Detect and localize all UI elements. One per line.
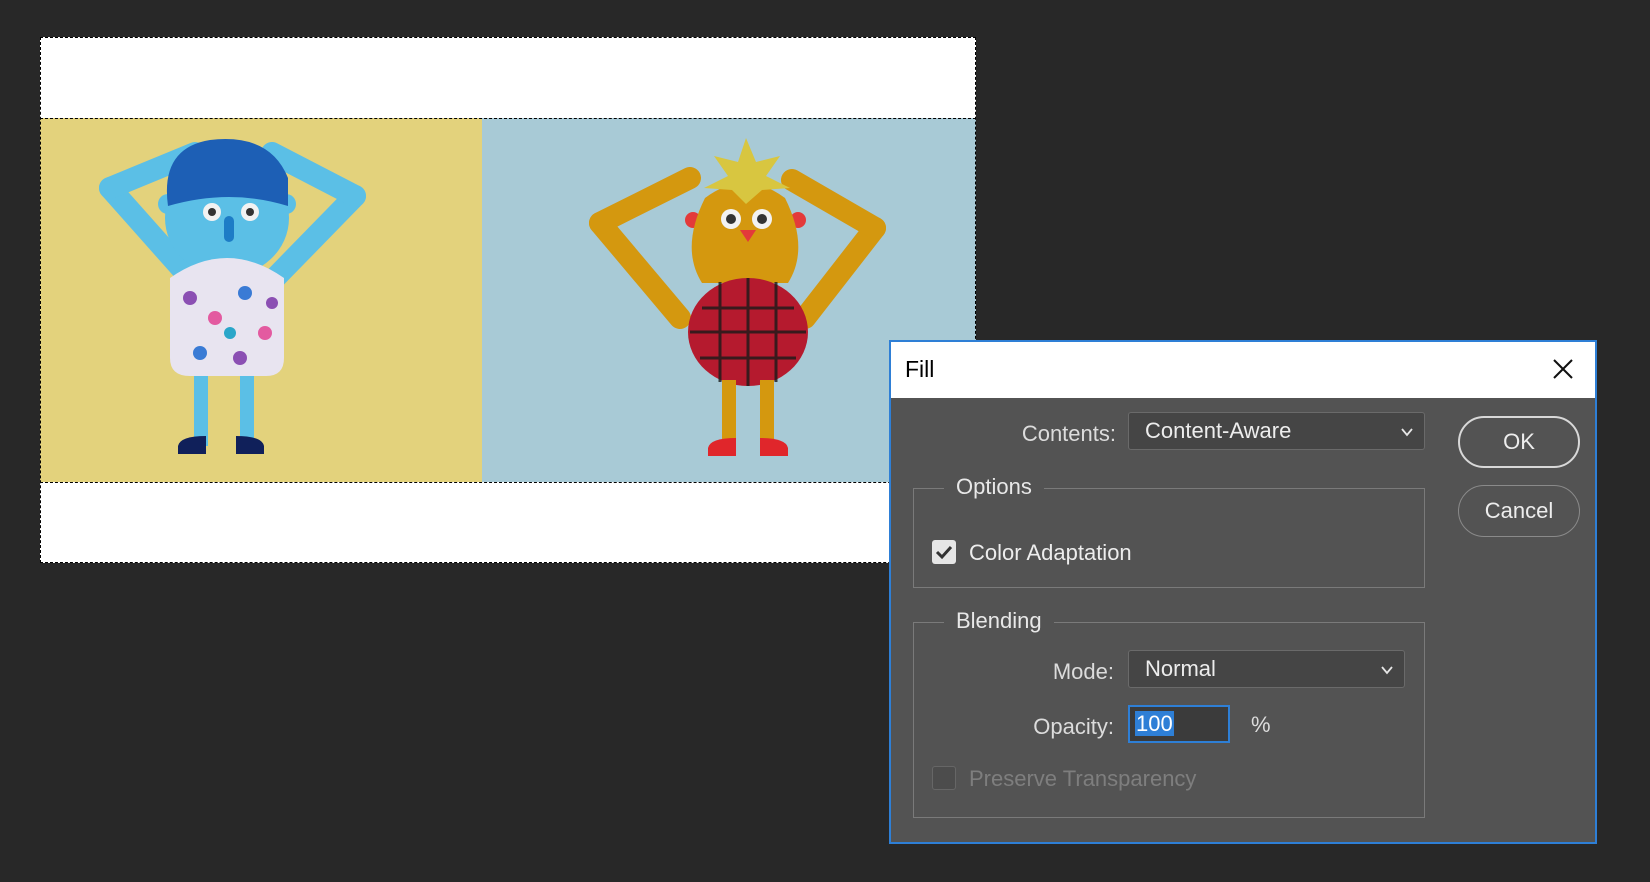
mode-select[interactable]: Normal: [1128, 650, 1405, 688]
color-adaptation-label[interactable]: Color Adaptation: [969, 540, 1132, 566]
options-legend: Options: [944, 474, 1044, 500]
dialog-titlebar[interactable]: Fill: [891, 342, 1595, 398]
opacity-unit: %: [1251, 712, 1271, 737]
contents-value: Content-Aware: [1145, 418, 1292, 443]
opacity-input[interactable]: 100: [1128, 705, 1230, 743]
blending-legend: Blending: [944, 608, 1054, 634]
close-button[interactable]: [1549, 355, 1577, 383]
document-canvas[interactable]: [40, 37, 976, 563]
preserve-transparency-checkbox: [932, 766, 956, 790]
chevron-down-icon: [1401, 428, 1413, 437]
contents-select[interactable]: Content-Aware: [1128, 412, 1425, 450]
fill-dialog: Fill Contents: Content-Aware OK Cancel O…: [889, 340, 1597, 844]
mode-value: Normal: [1145, 656, 1216, 681]
empty-top-area: [40, 37, 976, 118]
chevron-down-icon: [1381, 666, 1393, 675]
blending-group: Blending Mode: Normal Opacity: 100 % Pre…: [913, 608, 1425, 818]
contents-label: Contents:: [1021, 421, 1116, 446]
mode-label: Mode:: [1052, 659, 1114, 684]
collage-photo: [40, 118, 976, 482]
empty-bottom-area: [40, 482, 976, 563]
opacity-label: Opacity:: [1033, 714, 1114, 739]
selection-edge-top: [40, 118, 976, 119]
opacity-value: 100: [1135, 711, 1174, 736]
options-group: Options Color Adaptation: [913, 474, 1425, 588]
color-adaptation-checkbox[interactable]: [932, 540, 956, 564]
preserve-transparency-label: Preserve Transparency: [969, 766, 1197, 791]
selection-edge-bottom: [40, 482, 976, 483]
ok-button[interactable]: OK: [1458, 416, 1580, 468]
cancel-button[interactable]: Cancel: [1458, 485, 1580, 537]
dialog-title: Fill: [905, 356, 935, 382]
close-icon: [1553, 359, 1573, 379]
checkmark-icon: [935, 545, 953, 560]
